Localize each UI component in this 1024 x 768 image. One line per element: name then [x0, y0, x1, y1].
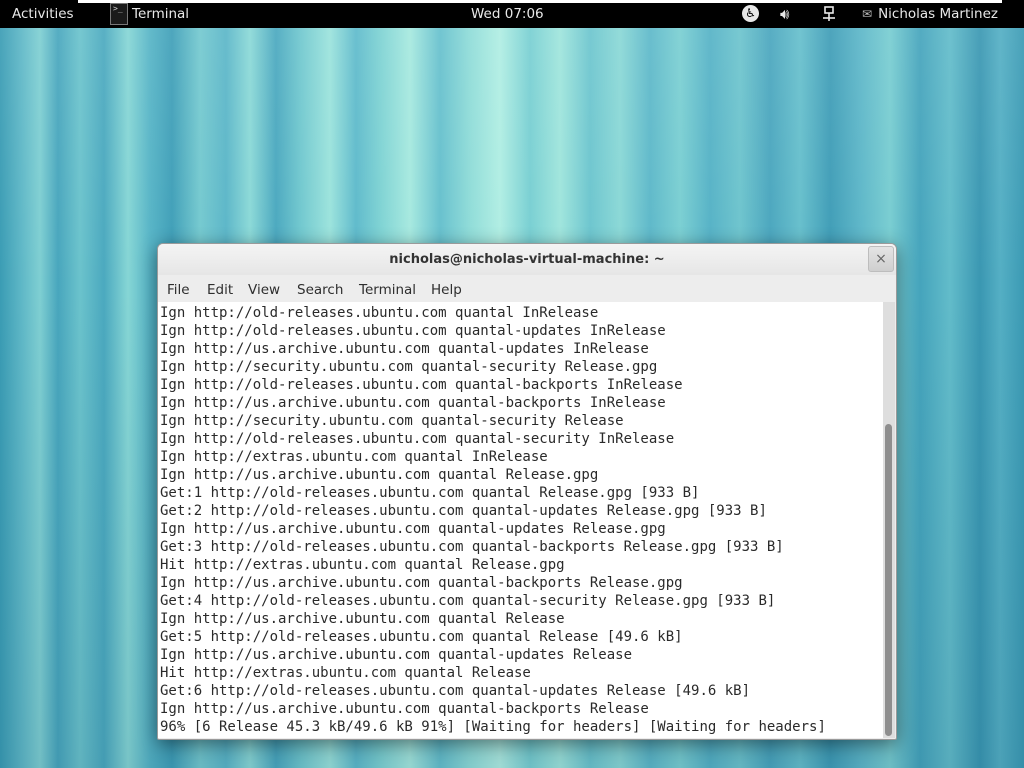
- user-status-icon: ✉: [862, 7, 873, 21]
- app-menu-label: Terminal: [132, 6, 190, 22]
- menu-terminal[interactable]: Terminal: [359, 275, 416, 302]
- terminal-icon: >_: [110, 3, 128, 25]
- close-icon: ×: [875, 251, 887, 267]
- window-titlebar[interactable]: nicholas@nicholas-virtual-machine: ~ ×: [158, 244, 896, 275]
- terminal-window: nicholas@nicholas-virtual-machine: ~ × F…: [157, 243, 897, 740]
- activities-button[interactable]: Activities: [12, 0, 74, 28]
- menu-search[interactable]: Search: [297, 275, 343, 302]
- app-menu-button[interactable]: >_ Terminal: [110, 0, 189, 28]
- menu-bar: File Edit View Search Terminal Help: [158, 275, 896, 302]
- accessibility-icon[interactable]: ♿: [742, 0, 759, 28]
- scrollbar-thumb[interactable]: [885, 424, 892, 736]
- window-title: nicholas@nicholas-virtual-machine: ~: [389, 252, 665, 267]
- menu-file[interactable]: File: [167, 275, 190, 302]
- menu-edit[interactable]: Edit: [207, 275, 233, 302]
- user-name: Nicholas Martinez: [878, 6, 998, 22]
- clock[interactable]: Wed 07:06: [471, 0, 544, 28]
- terminal-output-area[interactable]: Ign http://old-releases.ubuntu.com quant…: [158, 302, 883, 738]
- terminal-output: Ign http://old-releases.ubuntu.com quant…: [160, 305, 826, 735]
- volume-icon[interactable]: 🔊︎: [780, 0, 789, 28]
- menu-help[interactable]: Help: [431, 275, 462, 302]
- close-button[interactable]: ×: [868, 246, 894, 272]
- user-menu-button[interactable]: ✉ Nicholas Martinez: [862, 0, 998, 28]
- scrollbar[interactable]: [883, 302, 895, 738]
- top-bar: Activities >_ Terminal Wed 07:06 ♿ 🔊︎ ✉ Ni…: [0, 0, 1024, 28]
- menu-view[interactable]: View: [248, 275, 280, 302]
- network-icon[interactable]: [822, 0, 836, 28]
